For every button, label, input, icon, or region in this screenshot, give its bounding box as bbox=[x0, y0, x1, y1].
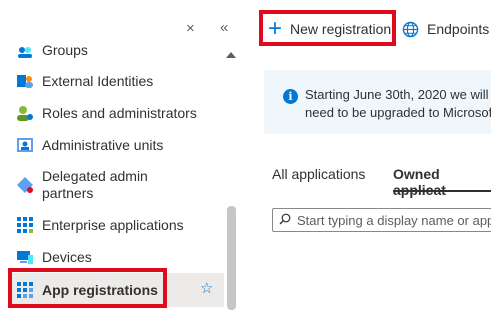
enterprise-apps-icon bbox=[17, 217, 33, 233]
delegated-admin-icon bbox=[17, 177, 33, 193]
sidebar-item-admin-units[interactable]: Administrative units bbox=[10, 129, 224, 161]
sidebar-item-label: Enterprise applications bbox=[42, 217, 184, 233]
banner-text: Starting June 30th, 2020 we will no need… bbox=[305, 86, 491, 122]
active-tab-indicator bbox=[393, 190, 491, 192]
sidebar-item-label: Roles and administrators bbox=[42, 105, 197, 121]
scroll-up-arrow-icon[interactable] bbox=[226, 52, 236, 58]
banner-line-2: need to be upgraded to Microsoft A bbox=[305, 105, 491, 120]
roles-icon bbox=[17, 106, 33, 121]
sidebar-scrollbar-thumb[interactable] bbox=[227, 206, 236, 310]
admin-units-icon bbox=[17, 138, 33, 152]
sidebar-item-label: Devices bbox=[42, 249, 92, 265]
banner-line-1: Starting June 30th, 2020 we will no bbox=[305, 87, 491, 102]
sidebar-item-label: External Identities bbox=[42, 73, 154, 89]
sidebar-item-enterprise-apps[interactable]: Enterprise applications bbox=[10, 209, 224, 241]
sidebar: × « Groups External Identities Roles and… bbox=[0, 0, 240, 310]
devices-icon bbox=[17, 251, 33, 264]
sidebar-item-label: Delegated admin bbox=[42, 168, 148, 184]
sidebar-item-groups[interactable]: Groups bbox=[10, 34, 224, 66]
sidebar-item-external-identities[interactable]: External Identities bbox=[10, 65, 224, 97]
highlight-box-app-registrations bbox=[8, 268, 167, 308]
search-placeholder: Start typing a display name or app bbox=[297, 213, 491, 228]
search-icon bbox=[279, 213, 291, 225]
external-identities-icon bbox=[17, 75, 33, 88]
favorite-star-icon[interactable]: ☆ bbox=[200, 279, 213, 297]
info-icon: i bbox=[283, 89, 298, 104]
sidebar-item-roles[interactable]: Roles and administrators bbox=[10, 97, 224, 129]
endpoints-label: Endpoints bbox=[427, 21, 490, 37]
sidebar-item-label: Groups bbox=[42, 42, 88, 58]
tab-owned-applications[interactable]: Owned applicat bbox=[393, 166, 491, 198]
globe-icon bbox=[402, 21, 419, 37]
highlight-box-new-registration bbox=[259, 10, 396, 46]
endpoints-button[interactable]: Endpoints bbox=[402, 14, 489, 44]
sidebar-item-delegated-admin-partners[interactable]: Delegated admin partners bbox=[10, 161, 224, 209]
sidebar-item-label: Administrative units bbox=[42, 137, 164, 153]
sidebar-item-label-line2: partners bbox=[42, 185, 94, 201]
tab-all-applications[interactable]: All applications bbox=[272, 166, 365, 182]
groups-icon bbox=[18, 47, 32, 58]
